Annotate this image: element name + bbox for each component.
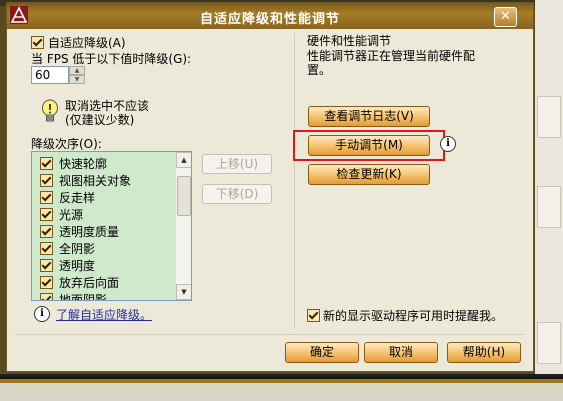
list-item-checkbox[interactable] [40,208,53,221]
driver-notify-checkbox[interactable] [307,309,320,322]
stepper-up-icon[interactable]: ▲ [69,66,85,75]
list-item-label: 光源 [59,208,84,222]
degradation-order-list-items: 快速轮廓 视图相关对象 反走样 光源 透明度质量 全阴影 透明度 放弃后向面 地… [32,152,175,300]
fps-threshold-input[interactable]: 60 [31,66,69,84]
fps-threshold-label: 当 FPS 低于以下值时降级(G): [31,52,192,66]
adaptive-degradation-label: 自适应降级(A) [48,36,126,50]
cancel-button[interactable]: 取消 [364,342,438,363]
list-item-label: 透明度质量 [59,225,120,239]
background-panel [537,322,561,364]
fps-threshold-stepper[interactable]: ▲ ▼ [69,66,85,84]
info-icon: i [34,306,50,322]
move-down-button[interactable]: 下移(D) [202,184,272,204]
warning-text-line2: (仅建议少数) [65,113,135,127]
degradation-order-label: 降级次序(O): [31,137,102,151]
learn-adaptive-degradation-link[interactable]: 了解自适应降级。 [56,306,152,323]
background-window-edge [535,0,563,401]
close-button[interactable]: ✕ [494,7,517,27]
list-item-label: 透明度 [59,259,96,273]
list-item-label: 视图相关对象 [59,174,132,188]
taskbar-fragment [0,374,563,401]
move-up-button[interactable]: 上移(U) [202,154,272,174]
list-item[interactable]: 反走样 [32,188,175,205]
list-item[interactable]: 地面阴影 [32,290,175,301]
list-item[interactable]: 透明度 [32,256,175,273]
adaptive-degradation-dialog: 自适应降级和性能调节 ✕ 自适应降级(A) 当 FPS 低于以下值时降级(G):… [6,2,534,372]
list-item-checkbox[interactable] [40,293,53,300]
help-button[interactable]: 帮助(H) [447,342,521,363]
list-item-label: 全阴影 [59,242,96,256]
manual-tune-button[interactable]: 手动调节(M) [308,135,430,156]
window-title: 自适应降级和性能调节 [199,12,340,27]
ok-button[interactable]: 确定 [285,342,359,363]
degradation-order-list[interactable]: 快速轮廓 视图相关对象 反走样 光源 透明度质量 全阴影 透明度 放弃后向面 地… [31,151,192,301]
list-item[interactable]: 透明度质量 [32,222,175,239]
list-item-checkbox[interactable] [40,259,53,272]
list-item-label: 地面阴影 [59,293,108,301]
list-item[interactable]: 快速轮廓 [32,154,175,171]
list-item-checkbox[interactable] [40,225,53,238]
list-item[interactable]: 光源 [32,205,175,222]
list-item[interactable]: 视图相关对象 [32,171,175,188]
adaptive-degradation-checkbox[interactable] [31,36,44,49]
driver-notify-label: 新的显示驱动程序可用时提醒我。 [323,309,504,323]
check-updates-button[interactable]: 检查更新(K) [308,164,430,185]
tuning-description-line2: 置。 [307,63,332,77]
background-panel [537,186,561,228]
list-item-checkbox[interactable] [40,242,53,255]
column-separator [294,33,295,329]
list-item-checkbox[interactable] [40,276,53,289]
list-item-label: 放弃后向面 [59,276,120,290]
list-item[interactable]: 放弃后向面 [32,273,175,290]
scroll-thumb[interactable] [177,176,191,216]
scroll-up-icon[interactable]: ▲ [176,152,191,168]
list-scrollbar[interactable]: ▲ ▼ [175,152,191,300]
background-panel [537,96,561,138]
lightbulb-icon [42,99,58,122]
list-item-checkbox[interactable] [40,174,53,187]
list-item-label: 快速轮廓 [59,157,108,171]
footer-separator [15,334,525,335]
tuning-description-line1: 性能调节器正在管理当前硬件配 [307,49,476,63]
list-item-label: 反走样 [59,191,96,205]
manual-tune-info-icon[interactable]: i [440,136,456,152]
list-item[interactable]: 全阴影 [32,239,175,256]
scroll-down-icon[interactable]: ▼ [176,284,191,300]
title-bar[interactable]: 自适应降级和性能调节 ✕ [7,3,533,29]
list-item-checkbox[interactable] [40,157,53,170]
view-tuning-log-button[interactable]: 查看调节日志(V) [308,106,430,127]
list-item-checkbox[interactable] [40,191,53,204]
stepper-down-icon[interactable]: ▼ [69,75,85,84]
